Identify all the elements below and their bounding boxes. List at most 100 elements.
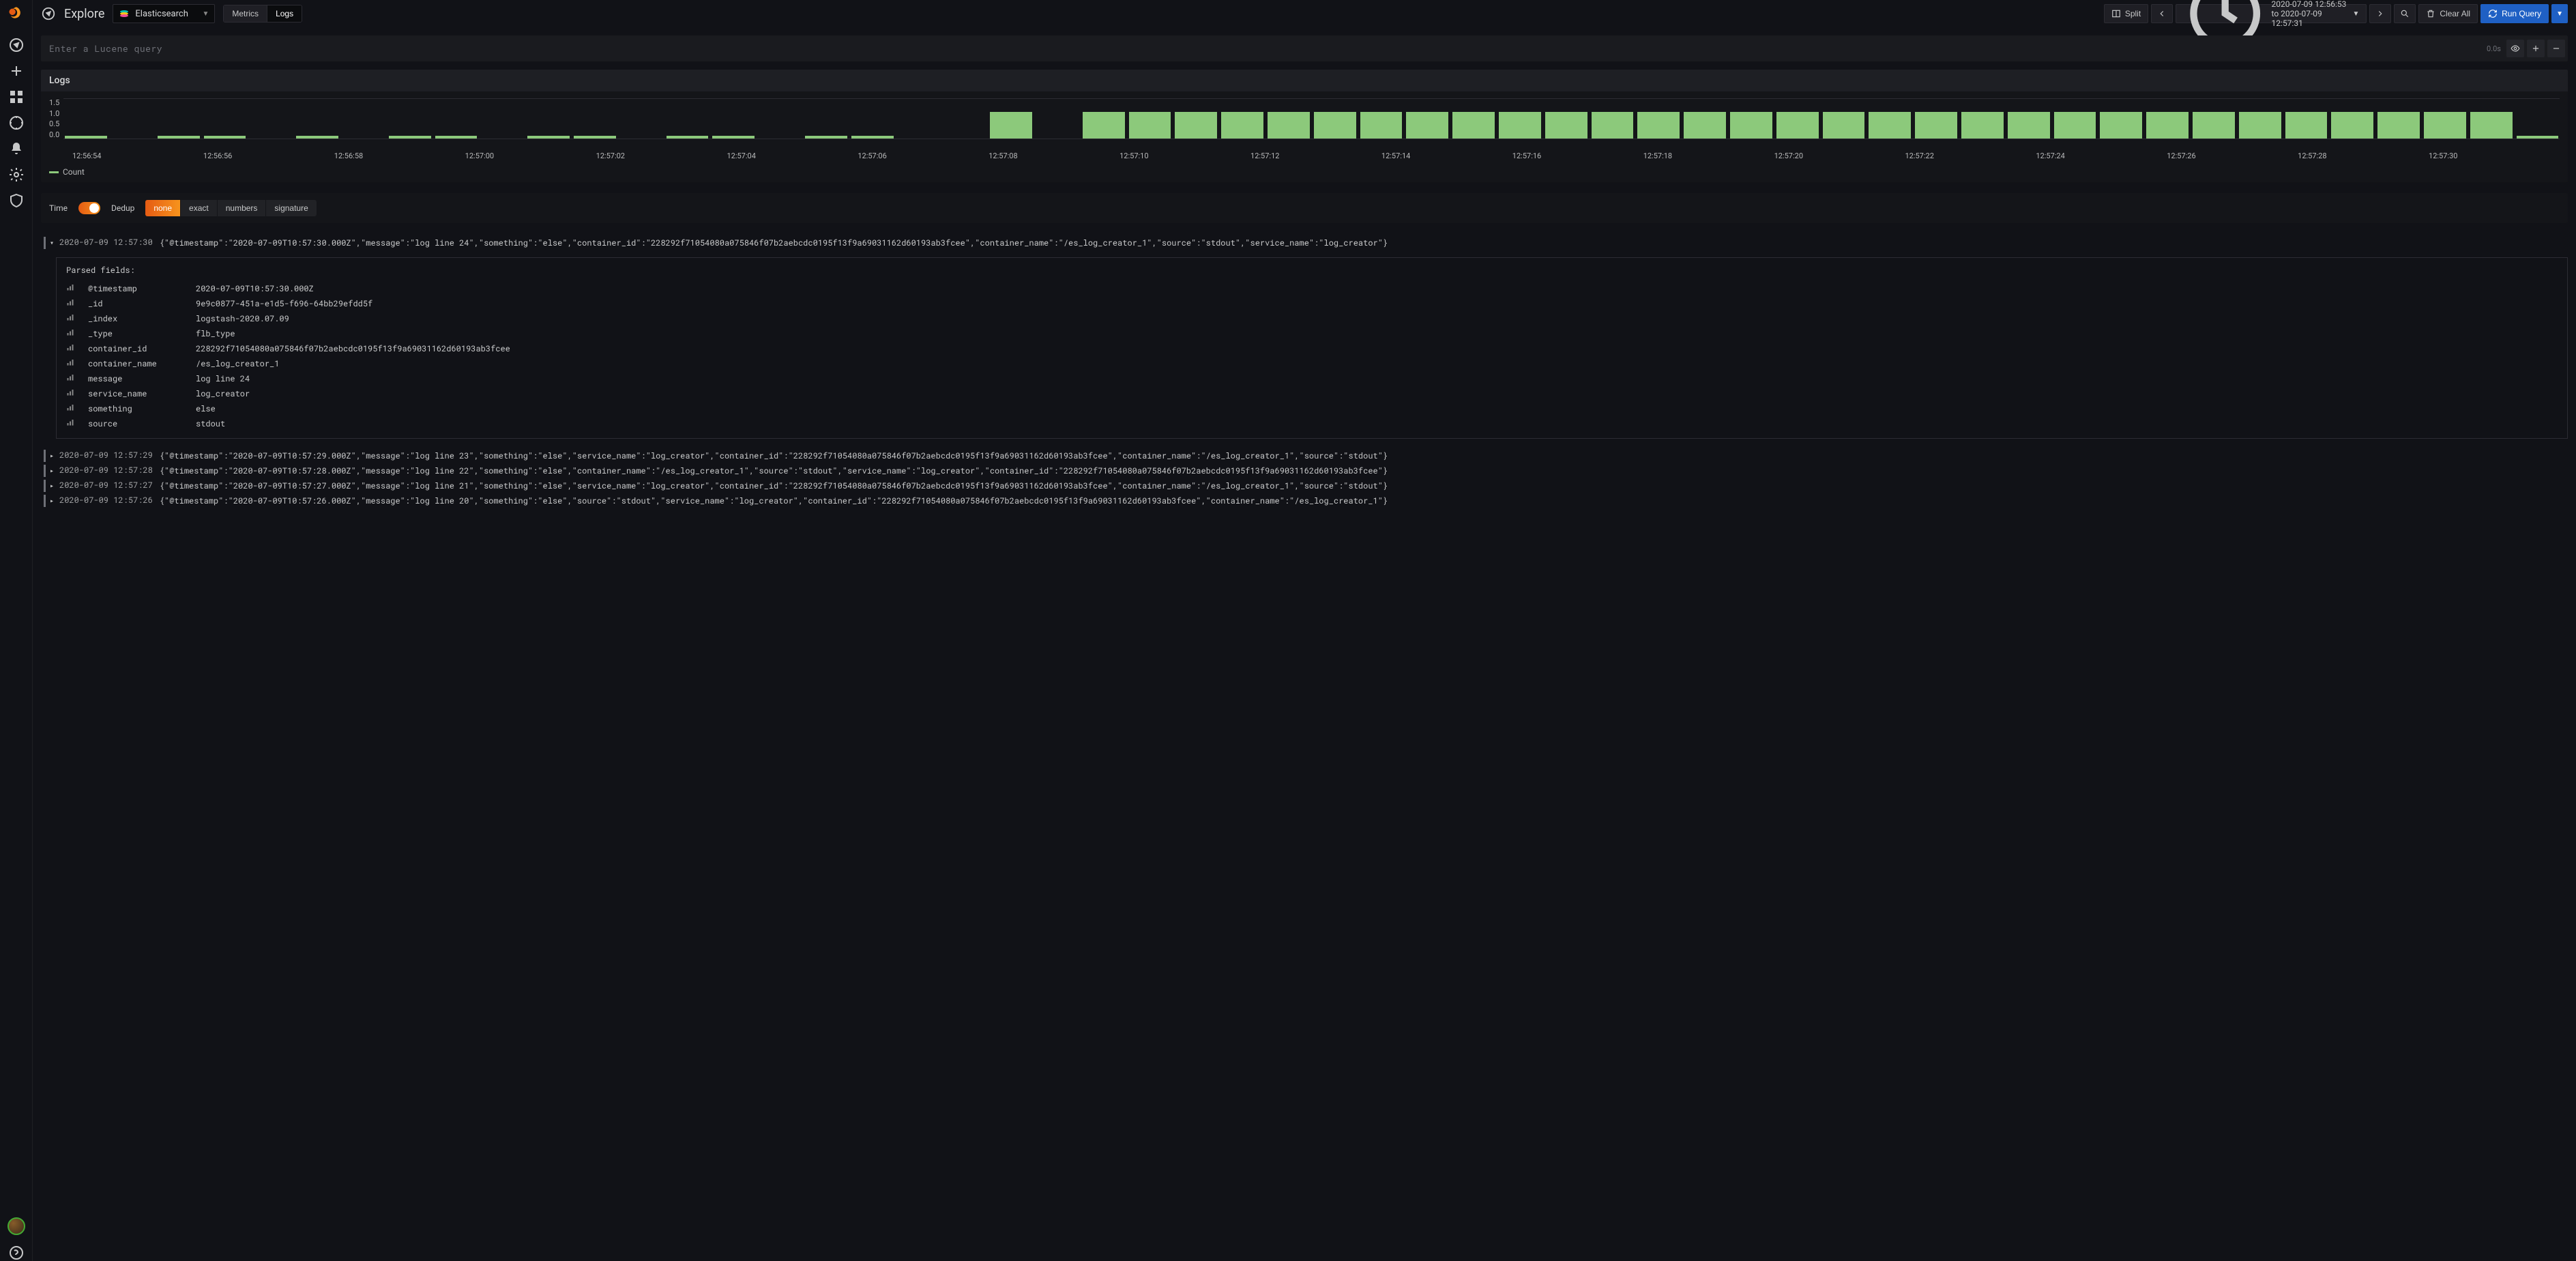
chart-bar[interactable] <box>1406 112 1448 139</box>
metrics-button[interactable]: Metrics <box>224 5 267 22</box>
log-message[interactable]: {"@timestamp":"2020-07-09T10:57:30.000Z"… <box>160 237 2568 249</box>
time-back-button[interactable] <box>2151 4 2173 23</box>
topbar: Explore Elasticsearch ▼ Metrics Logs Spl… <box>33 0 2576 27</box>
chart-bar[interactable] <box>2517 136 2559 139</box>
chevron-down-icon[interactable]: ▾ <box>50 237 59 247</box>
log-message[interactable]: {"@timestamp":"2020-07-09T10:57:28.000Z"… <box>160 465 2568 477</box>
chart-bar[interactable] <box>805 136 847 139</box>
chart-bar[interactable] <box>2239 112 2281 139</box>
chart-bar[interactable] <box>1499 112 1541 139</box>
stats-icon[interactable] <box>66 388 76 399</box>
chart-bar[interactable] <box>2193 112 2235 139</box>
chart-bar[interactable] <box>712 136 755 139</box>
dedup-signature-button[interactable]: signature <box>265 200 316 216</box>
chart-bar[interactable] <box>990 112 1032 139</box>
time-forward-button[interactable] <box>2369 4 2391 23</box>
chart-bar[interactable] <box>389 136 431 139</box>
datasource-picker[interactable]: Elasticsearch ▼ <box>113 4 215 23</box>
chart-bar[interactable] <box>1823 112 1865 139</box>
chart-bar[interactable] <box>1360 112 1403 139</box>
time-range-picker[interactable]: 2020-07-09 12:56:53 to 2020-07-09 12:57:… <box>2176 4 2367 23</box>
toggle-visibility-button[interactable] <box>2506 40 2524 57</box>
chart-bar[interactable] <box>1684 112 1726 139</box>
stats-icon[interactable] <box>66 283 76 294</box>
chart-bar[interactable] <box>2008 112 2050 139</box>
chart-bar[interactable] <box>1314 112 1356 139</box>
chart-bar[interactable] <box>1545 112 1587 139</box>
split-button[interactable]: Split <box>2104 4 2148 23</box>
run-query-dropdown[interactable]: ▼ <box>2551 4 2568 23</box>
add-query-button[interactable] <box>2527 40 2545 57</box>
chart-bar[interactable] <box>1129 112 1171 139</box>
chart-bar[interactable] <box>2377 112 2420 139</box>
stats-icon[interactable] <box>66 418 76 429</box>
explore-icon[interactable] <box>8 115 25 131</box>
compass-icon[interactable] <box>8 37 25 53</box>
chart-bar[interactable] <box>1869 112 1911 139</box>
chart-bar[interactable] <box>2100 112 2142 139</box>
dedup-exact-button[interactable]: exact <box>180 200 217 216</box>
chart-bar[interactable] <box>1175 112 1217 139</box>
chart-bar[interactable] <box>1730 112 1772 139</box>
chart-bar[interactable] <box>851 136 894 139</box>
zoom-out-button[interactable] <box>2394 4 2416 23</box>
clear-all-button[interactable]: Clear All <box>2418 4 2478 23</box>
bell-icon[interactable] <box>8 141 25 157</box>
help-icon[interactable] <box>8 1245 25 1261</box>
stats-icon[interactable] <box>66 298 76 309</box>
chart-bar[interactable] <box>204 136 246 139</box>
chart-bar[interactable] <box>667 136 709 139</box>
chevron-right-icon[interactable]: ▸ <box>50 495 59 505</box>
chart-bar[interactable] <box>2331 112 2373 139</box>
gear-icon[interactable] <box>8 166 25 183</box>
dashboards-icon[interactable] <box>8 89 25 105</box>
chart-bar[interactable] <box>574 136 616 139</box>
stats-icon[interactable] <box>66 328 76 339</box>
chart-bar[interactable] <box>527 136 570 139</box>
dedup-none-button[interactable]: none <box>145 200 180 216</box>
chevron-right-icon[interactable]: ▸ <box>50 465 59 475</box>
stats-icon[interactable] <box>66 343 76 354</box>
log-message[interactable]: {"@timestamp":"2020-07-09T10:57:29.000Z"… <box>160 450 2568 462</box>
chart-bar[interactable] <box>2470 112 2513 139</box>
chart-bar[interactable] <box>2054 112 2096 139</box>
remove-query-button[interactable] <box>2547 40 2565 57</box>
chart-plot[interactable] <box>63 98 2560 139</box>
chevron-right-icon[interactable]: ▸ <box>50 480 59 490</box>
chart-bar[interactable] <box>1776 112 1819 139</box>
stats-icon[interactable] <box>66 373 76 384</box>
chart-bar[interactable] <box>1592 112 1634 139</box>
chart-bar[interactable] <box>1221 112 1263 139</box>
logs-button[interactable]: Logs <box>267 5 302 22</box>
time-toggle[interactable] <box>78 202 100 214</box>
chart-bar[interactable] <box>158 136 200 139</box>
chart-bar[interactable] <box>1961 112 2004 139</box>
avatar[interactable] <box>8 1217 25 1235</box>
chart-bar[interactable] <box>1915 112 1957 139</box>
chart-bar[interactable] <box>1452 112 1495 139</box>
chevron-right-icon[interactable]: ▸ <box>50 450 59 460</box>
chart-bar[interactable] <box>65 136 107 139</box>
chart-bar[interactable] <box>1637 112 1680 139</box>
dedup-numbers-button[interactable]: numbers <box>217 200 266 216</box>
field-value: else <box>196 403 216 414</box>
stats-icon[interactable] <box>66 313 76 324</box>
compass-icon[interactable] <box>41 6 56 21</box>
chart-bar[interactable] <box>1083 112 1125 139</box>
chart-bar[interactable] <box>1268 112 1310 139</box>
grafana-logo[interactable] <box>7 5 26 27</box>
stats-icon[interactable] <box>66 403 76 414</box>
chart-bar[interactable] <box>2424 112 2466 139</box>
shield-icon[interactable] <box>8 192 25 209</box>
chart-bar[interactable] <box>296 136 338 139</box>
run-query-button[interactable]: Run Query <box>2480 4 2549 23</box>
log-message[interactable]: {"@timestamp":"2020-07-09T10:57:27.000Z"… <box>160 480 2568 492</box>
plus-icon[interactable] <box>8 63 25 79</box>
log-message[interactable]: {"@timestamp":"2020-07-09T10:57:26.000Z"… <box>160 495 2568 507</box>
parsed-fields-title: Parsed fields: <box>66 265 2558 276</box>
chart-bar[interactable] <box>2285 112 2328 139</box>
stats-icon[interactable] <box>66 358 76 369</box>
query-input[interactable] <box>41 35 2487 61</box>
chart-bar[interactable] <box>2146 112 2189 139</box>
chart-bar[interactable] <box>435 136 478 139</box>
